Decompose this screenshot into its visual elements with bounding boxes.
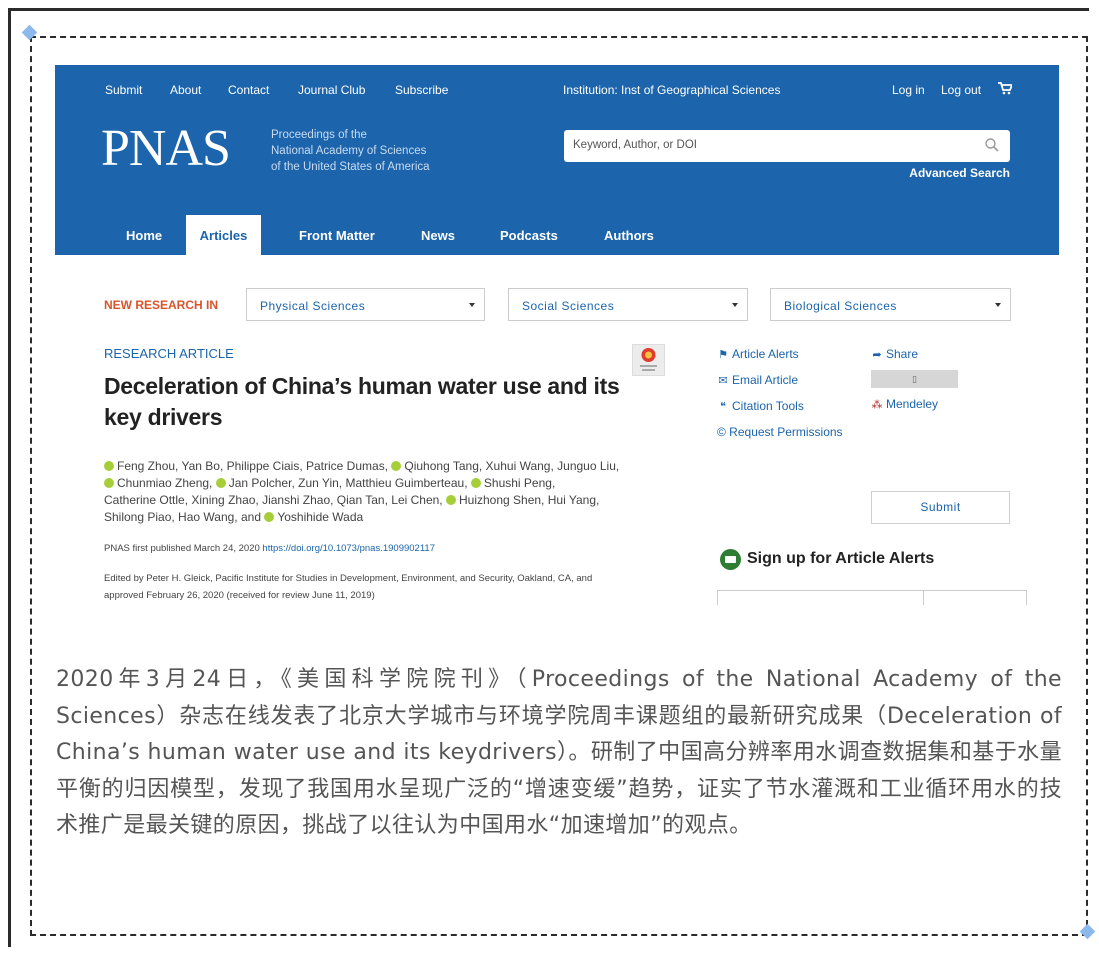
orcid-icon[interactable] xyxy=(391,461,402,471)
orcid-icon[interactable] xyxy=(104,478,114,488)
pnas-logo[interactable]: PNAS xyxy=(101,123,231,175)
tab-authors[interactable]: Authors xyxy=(604,215,654,255)
pnas-header: Submit About Contact Journal Club Subscr… xyxy=(55,65,1059,255)
orcid-icon[interactable] xyxy=(104,461,114,471)
publication-date: PNAS first published March 24, 2020 xyxy=(104,543,260,554)
logo-sub-line: National Academy of Sciences xyxy=(271,145,427,157)
share-widget-bar[interactable]: ▯ xyxy=(871,370,958,388)
nav-contact-link[interactable]: Contact xyxy=(228,83,269,97)
envelope-icon xyxy=(720,549,741,570)
cart-icon[interactable] xyxy=(998,82,1014,98)
article-type-label: RESEARCH ARTICLE xyxy=(104,346,234,361)
orcid-icon[interactable] xyxy=(215,478,226,488)
share-link[interactable]: ➦ Share xyxy=(871,347,918,361)
search-placeholder: Keyword, Author, or DOI xyxy=(573,139,698,151)
caption-text: 2020年3月24日，《美国科学院院刊》（Proceedings of the … xyxy=(56,667,1062,839)
edited-by: Edited by Peter H. Gleick, Pacific Insti… xyxy=(104,570,664,604)
select-value: Physical Sciences xyxy=(260,299,366,313)
tab-news[interactable]: News xyxy=(421,215,455,255)
search-icon[interactable] xyxy=(984,137,1000,153)
social-sciences-select[interactable]: Social Sciences xyxy=(508,288,748,321)
pnas-logo-subtitle: Proceedings of the National Academy of S… xyxy=(271,127,430,175)
pnas-screenshot: Submit About Contact Journal Club Subscr… xyxy=(55,65,1059,605)
article-title: Deceleration of China’s human water use … xyxy=(104,373,620,430)
alert-select[interactable] xyxy=(923,590,1027,605)
envelope-icon: ✉ xyxy=(718,375,728,387)
article-alerts-link[interactable]: ⚑ Article Alerts xyxy=(717,347,799,361)
author-line: Shilong Piao, Hao Wang, and Yoshihide Wa… xyxy=(104,509,684,526)
citation-tools-link[interactable]: ❝ Citation Tools xyxy=(717,399,804,413)
author-names: Huizhong Shen, Hui Yang, xyxy=(459,493,600,507)
nav-about-link[interactable]: About xyxy=(170,83,201,97)
new-research-label: NEW RESEARCH IN xyxy=(104,298,219,312)
publication-line: PNAS first published March 24, 2020 http… xyxy=(104,543,435,554)
flag-icon: ⚑ xyxy=(718,349,728,361)
edited-line: approved February 26, 2020 (received for… xyxy=(104,590,375,601)
author-names: Chunmiao Zheng, xyxy=(117,476,213,490)
author-names: Qiuhong Tang, Xuhui Wang, Junguo Liu, xyxy=(404,459,620,473)
search-input[interactable]: Keyword, Author, or DOI xyxy=(564,130,1010,162)
author-names: Jan Polcher, Zun Yin, Matthieu Guimberte… xyxy=(228,476,468,490)
caret-down-icon xyxy=(995,303,1001,307)
biological-sciences-select[interactable]: Biological Sciences xyxy=(770,288,1011,321)
author-names: Shushi Peng, xyxy=(483,476,556,490)
document-icon: ▯ xyxy=(912,374,917,384)
submit-button[interactable]: Submit xyxy=(871,491,1010,524)
doi-link[interactable]: https://doi.org/10.1073/pnas.1909902117 xyxy=(262,543,435,554)
orcid-icon[interactable] xyxy=(264,512,275,522)
select-value: Social Sciences xyxy=(522,299,615,313)
tab-front-matter[interactable]: Front Matter xyxy=(299,215,375,255)
author-names: Yoshihide Wada xyxy=(277,510,364,524)
alert-email-input[interactable] xyxy=(717,590,924,605)
login-link[interactable]: Log in xyxy=(892,83,925,97)
author-line: Chunmiao Zheng, Jan Polcher, Zun Yin, Ma… xyxy=(104,475,684,492)
institution-label: Institution: Inst of Geographical Scienc… xyxy=(563,83,781,97)
tool-label: Share xyxy=(886,347,919,361)
nav-subscribe-link[interactable]: Subscribe xyxy=(395,83,448,97)
quote-icon: ❝ xyxy=(720,401,726,413)
nav-journal-club-link[interactable]: Journal Club xyxy=(298,83,365,97)
signup-alerts-title: Sign up for Article Alerts xyxy=(747,550,935,567)
logout-link[interactable]: Log out xyxy=(941,83,981,97)
author-names: Shilong Piao, Hao Wang, and xyxy=(104,510,261,524)
caret-down-icon xyxy=(732,303,738,307)
caret-down-icon xyxy=(469,303,475,307)
logo-sub-line: of the United States of America xyxy=(271,161,430,173)
author-names: Catherine Ottle, Xining Zhao, Jianshi Zh… xyxy=(104,493,443,507)
email-article-link[interactable]: ✉ Email Article xyxy=(717,373,798,387)
author-line: Catherine Ottle, Xining Zhao, Jianshi Zh… xyxy=(104,492,684,509)
tool-label: Citation Tools xyxy=(732,399,804,413)
nav-submit-link[interactable]: Submit xyxy=(105,83,142,97)
tab-articles[interactable]: Articles xyxy=(186,215,261,255)
logo-sub-line: Proceedings of the xyxy=(271,129,367,141)
physical-sciences-select[interactable]: Physical Sciences xyxy=(246,288,485,321)
orcid-icon[interactable] xyxy=(470,478,481,488)
author-names: Feng Zhou, Yan Bo, Philippe Ciais, Patri… xyxy=(117,459,389,473)
request-permissions-link[interactable]: © Request Permissions xyxy=(717,425,843,439)
mendeley-icon: ⁂ xyxy=(871,399,883,411)
tab-podcasts[interactable]: Podcasts xyxy=(500,215,558,255)
edited-line: Edited by Peter H. Gleick, Pacific Insti… xyxy=(104,573,593,584)
tab-home[interactable]: Home xyxy=(126,215,162,255)
share-arrow-icon: ➦ xyxy=(872,349,882,361)
author-line: Feng Zhou, Yan Bo, Philippe Ciais, Patri… xyxy=(104,458,684,475)
tool-label: Mendeley xyxy=(886,397,939,411)
tool-label: Email Article xyxy=(732,373,799,387)
mendeley-link[interactable]: ⁂ Mendeley xyxy=(871,397,939,411)
select-value: Biological Sciences xyxy=(784,299,897,313)
tool-label: Article Alerts xyxy=(732,347,799,361)
author-list: Feng Zhou, Yan Bo, Philippe Ciais, Patri… xyxy=(104,458,684,526)
orcid-icon[interactable] xyxy=(446,495,456,505)
advanced-search-link[interactable]: Advanced Search xyxy=(909,166,1010,180)
